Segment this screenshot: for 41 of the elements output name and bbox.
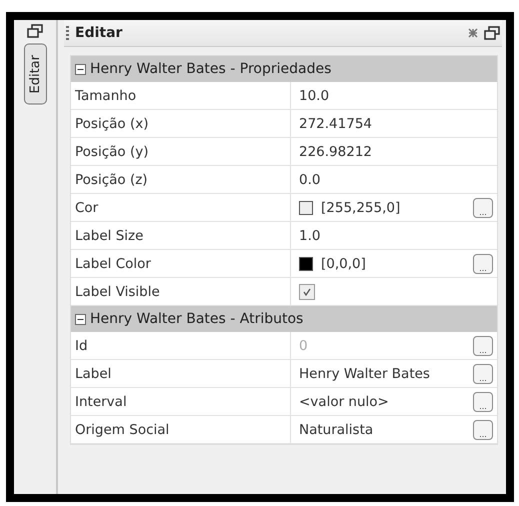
- property-value[interactable]: 272.41754: [299, 116, 493, 132]
- section-header[interactable]: Henry Walter Bates - Atributos: [71, 306, 497, 332]
- property-name: Posição (x): [71, 110, 291, 137]
- restore-window-icon[interactable]: [27, 24, 43, 38]
- property-value[interactable]: 226.98212: [299, 144, 493, 160]
- property-value[interactable]: <valor nulo>: [299, 394, 465, 410]
- pin-icon[interactable]: [468, 28, 478, 38]
- minus-icon[interactable]: [75, 314, 86, 324]
- property-value[interactable]: 10.0: [299, 88, 493, 104]
- property-name: Label Color: [71, 250, 291, 277]
- restore-window-icon[interactable]: [484, 26, 500, 40]
- checkmark-icon: [302, 286, 312, 296]
- section-header[interactable]: Henry Walter Bates - Propriedades: [71, 56, 497, 82]
- ellipsis-button[interactable]: ...: [473, 364, 493, 384]
- property-value[interactable]: [0,0,0]: [321, 256, 465, 272]
- minus-icon[interactable]: [75, 64, 86, 74]
- property-name: Posição (z): [71, 166, 291, 193]
- section-title: Henry Walter Bates - Propriedades: [90, 61, 332, 77]
- property-name: Cor: [71, 194, 291, 221]
- checkbox[interactable]: [299, 284, 315, 300]
- property-name: Id: [71, 332, 291, 359]
- property-name: Interval: [71, 388, 291, 415]
- property-name: Label Visible: [71, 278, 291, 305]
- side-tab[interactable]: Editar: [24, 44, 46, 104]
- property-name: Posição (y): [71, 138, 291, 165]
- property-value[interactable]: [255,255,0]: [321, 200, 465, 216]
- property-name: Origem Social: [71, 416, 291, 443]
- ellipsis-button[interactable]: ...: [473, 254, 493, 274]
- property-name: Tamanho: [71, 82, 291, 109]
- ellipsis-button[interactable]: ...: [473, 198, 493, 218]
- property-value[interactable]: Henry Walter Bates: [299, 366, 465, 382]
- property-name: Label Size: [71, 222, 291, 249]
- property-value[interactable]: Naturalista: [299, 422, 465, 438]
- property-value[interactable]: 1.0: [299, 228, 493, 244]
- ellipsis-button[interactable]: ...: [473, 392, 493, 412]
- section-title: Henry Walter Bates - Atributos: [90, 311, 304, 327]
- grip-icon[interactable]: [66, 26, 69, 40]
- property-name: Label: [71, 360, 291, 387]
- property-value[interactable]: 0.0: [299, 172, 493, 188]
- ellipsis-button[interactable]: ...: [473, 420, 493, 440]
- panel-title: Editar: [75, 25, 124, 41]
